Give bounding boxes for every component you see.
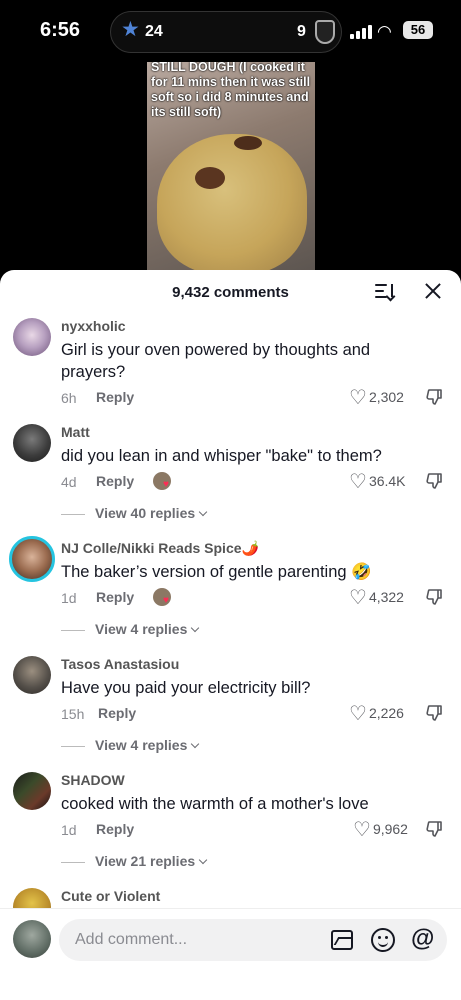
sort-icon[interactable] (375, 282, 397, 302)
comments-sheet: 9,432 comments nyxxholic Girl is your ov… (0, 270, 461, 1000)
reply-button[interactable]: Reply (96, 821, 134, 837)
emoji-icon[interactable] (371, 928, 395, 952)
like-count: 4,322 (368, 589, 404, 605)
comment-item: SHADOW cooked with the warmth of a mothe… (0, 772, 461, 872)
chevron-down-icon (191, 739, 200, 749)
view-replies-button[interactable]: View 4 replies (61, 737, 200, 753)
like-button[interactable]: ♡ 9,962 (353, 819, 408, 841)
dislike-icon[interactable] (426, 704, 444, 722)
image-icon[interactable] (331, 930, 353, 950)
dislike-icon[interactable] (426, 472, 444, 490)
avatar[interactable] (13, 656, 51, 694)
heart-icon: ♡ (349, 703, 367, 725)
at-icon[interactable]: @ (411, 927, 435, 951)
dislike-icon[interactable] (426, 820, 444, 838)
view-replies-label: View 4 replies (95, 737, 188, 753)
like-button[interactable]: ♡ 36.4K (349, 471, 406, 493)
score-left: 24 (145, 23, 163, 40)
avatar[interactable] (13, 920, 51, 958)
view-replies-button[interactable]: View 21 replies (61, 853, 208, 869)
comment-item: Matt did you lean in and whisper "bake" … (0, 424, 461, 524)
view-replies-label: View 40 replies (95, 505, 196, 521)
heart-icon: ♡ (349, 587, 367, 609)
view-replies-button[interactable]: View 4 replies (61, 621, 200, 637)
clock: 6:56 (40, 19, 81, 41)
comment-time: 15h (61, 706, 85, 722)
comment-username[interactable]: nyxxholic (61, 318, 126, 334)
shield-icon (315, 20, 335, 44)
battery-indicator: 56 (403, 21, 433, 39)
status-bar: 6:56 ★ 24 9 ◠ 56 (0, 0, 461, 62)
comment-username[interactable]: SHADOW (61, 772, 125, 788)
live-activity-scoreboard[interactable]: ★ 24 9 (110, 11, 342, 53)
comment-item: NJ Colle/Nikki Reads Spice🌶️ The baker’s… (0, 536, 461, 640)
reply-button[interactable]: Reply (96, 589, 134, 605)
dough-image (157, 134, 307, 272)
comment-time: 6h (61, 390, 77, 406)
like-count: 2,302 (368, 389, 404, 405)
video-caption: STILL DOUGH (I cooked it for 11 mins the… (151, 62, 311, 119)
heart-icon: ♡ (353, 819, 371, 841)
avatar[interactable] (13, 318, 51, 356)
reply-button[interactable]: Reply (98, 705, 136, 721)
like-button[interactable]: ♡ 4,322 (349, 587, 404, 609)
like-count: 36.4K (368, 473, 406, 489)
star-icon: ★ (121, 18, 140, 41)
heart-icon: ♡ (349, 387, 367, 409)
cellular-signal-icon (350, 25, 372, 39)
comment-time: 1d (61, 822, 77, 838)
dislike-icon[interactable] (426, 388, 444, 406)
chocolate-chip (195, 167, 225, 189)
comment-item: nyxxholic Girl is your oven powered by t… (0, 318, 461, 418)
comment-username[interactable]: Cute or Violent (61, 888, 160, 904)
creator-liked-badge: ♥ (153, 588, 171, 606)
chevron-down-icon (198, 855, 208, 865)
reply-button[interactable]: Reply (96, 473, 134, 489)
comment-username[interactable]: NJ Colle/Nikki Reads Spice🌶️ (61, 540, 259, 557)
comment-input[interactable] (75, 919, 325, 961)
avatar[interactable] (13, 424, 51, 462)
chocolate-chip (234, 136, 262, 150)
heart-icon: ♡ (349, 471, 367, 493)
view-replies-label: View 21 replies (95, 853, 196, 869)
comment-username[interactable]: Matt (61, 424, 90, 440)
like-button[interactable]: ♡ 2,226 (349, 703, 404, 725)
comment-text: Have you paid your electricity bill? (61, 679, 311, 697)
wifi-icon: ◠ (377, 22, 392, 41)
dislike-icon[interactable] (426, 588, 444, 606)
comment-text: cooked with the warmth of a mother's lov… (61, 795, 369, 813)
comment-input-wrapper[interactable]: @ (59, 919, 447, 961)
comment-time: 1d (61, 590, 77, 606)
comment-text: The baker’s version of gentle parenting … (61, 563, 372, 581)
comment-text: did you lean in and whisper "bake" to th… (61, 447, 382, 465)
creator-liked-badge: ♥ (153, 472, 171, 490)
score-right: 9 (297, 23, 306, 40)
like-count: 9,962 (372, 821, 408, 837)
comment-time: 4d (61, 474, 77, 490)
comment-text: Girl is your oven powered by thoughts an… (61, 341, 371, 381)
view-replies-button[interactable]: View 40 replies (61, 505, 208, 521)
comment-item: Tasos Anastasiou Have you paid your elec… (0, 656, 461, 756)
reply-button[interactable]: Reply (96, 389, 134, 405)
video-preview[interactable]: STILL DOUGH (I cooked it for 11 mins the… (147, 62, 315, 272)
like-count: 2,226 (368, 705, 404, 721)
close-icon[interactable] (424, 282, 442, 300)
avatar[interactable] (13, 772, 51, 810)
like-button[interactable]: ♡ 2,302 (349, 387, 404, 409)
chevron-down-icon (191, 623, 200, 633)
comment-username[interactable]: Tasos Anastasiou (61, 656, 179, 672)
avatar[interactable] (9, 536, 55, 582)
chevron-down-icon (198, 507, 208, 517)
comment-composer: @ (0, 908, 461, 1000)
view-replies-label: View 4 replies (95, 621, 188, 637)
